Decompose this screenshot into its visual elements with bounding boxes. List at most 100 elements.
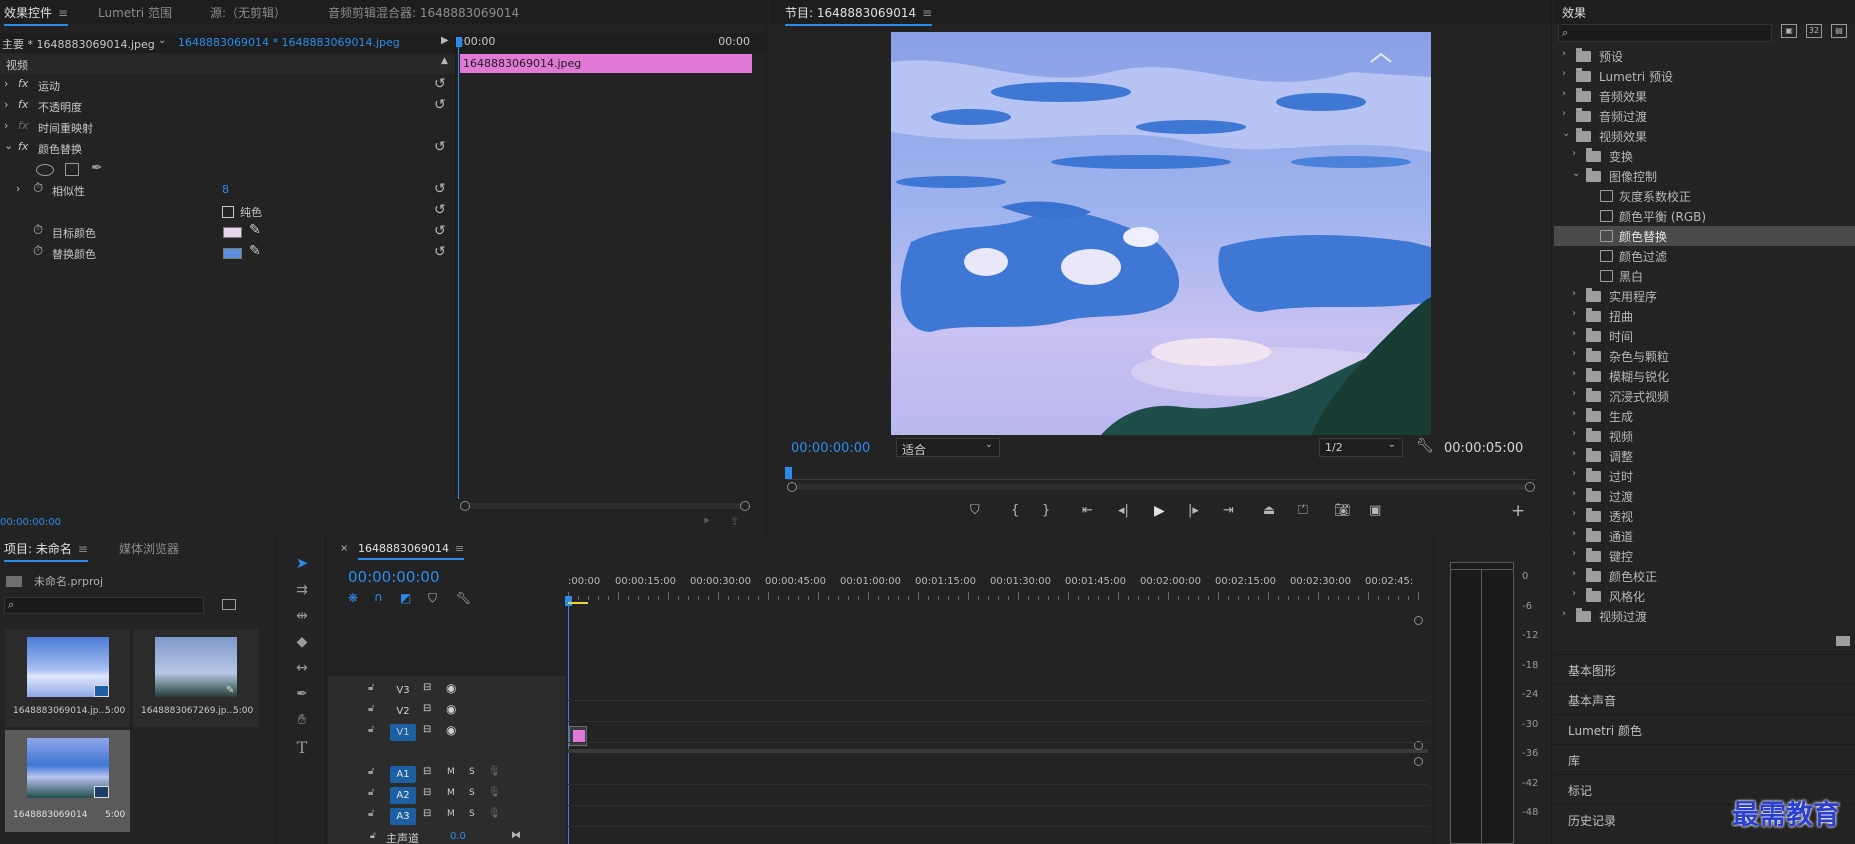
tab-program[interactable]: 节目: 1648883069014 ≡ (785, 4, 933, 26)
panel-menu-icon[interactable]: ≡ (78, 542, 88, 556)
filter-icon[interactable]: ⯈ (702, 515, 711, 529)
chevron-right-icon[interactable]: › (1572, 488, 1576, 499)
clip-dropdown-icon[interactable]: ⌄ (158, 35, 166, 46)
tab-media-browser[interactable]: 媒体浏览器 (119, 540, 179, 557)
microphone-icon[interactable]: 🎙︎ (488, 766, 501, 777)
tab-effects[interactable]: 效果 (1562, 4, 1587, 26)
master-value[interactable]: 0.0 (450, 831, 466, 842)
mute-button[interactable]: M (447, 788, 455, 798)
master-end-icon[interactable]: ⧓ (511, 830, 521, 841)
video-track-lane[interactable] (568, 700, 1428, 701)
chevron-right-icon[interactable]: › (1562, 48, 1566, 59)
effects-tree-item[interactable]: › 视频 (1554, 426, 1855, 446)
project-item-sequence[interactable]: 1648883069014 5:00 (5, 730, 130, 832)
v1-clip[interactable] (569, 726, 587, 746)
eyedropper-icon[interactable]: ✎ (249, 222, 261, 238)
effects-tree-item[interactable]: › 通道 (1554, 526, 1855, 546)
program-zoom-bar[interactable] (787, 482, 1535, 492)
ec-playhead[interactable] (458, 37, 459, 499)
lock-icon[interactable]: 🔓︎ (368, 787, 374, 798)
effects-tree-item[interactable]: › 实用程序 (1554, 286, 1855, 306)
razor-tool-icon[interactable]: ◆ (290, 634, 314, 650)
chevron-right-icon[interactable]: › (1572, 548, 1576, 559)
zoom-handle-right[interactable] (1525, 482, 1535, 492)
effects-tree-item[interactable]: › 音频效果 (1554, 86, 1855, 106)
reset-icon[interactable]: ↺ (434, 97, 446, 113)
effects-tree-item[interactable]: 颜色过滤 (1554, 246, 1855, 266)
timeline-ruler[interactable]: :00:00 00:00:15:00 00:00:30:00 00:00:45:00 0… (568, 576, 1428, 604)
reset-icon[interactable]: ↺ (434, 76, 446, 92)
effects-search-input[interactable]: ⌕ (1558, 24, 1772, 42)
effects-tree-item[interactable]: ⌄ 视频效果 (1554, 126, 1855, 146)
snap-icon[interactable]: ∩ (374, 590, 383, 604)
video-track-lane[interactable] (568, 721, 1428, 722)
tab-lumetri-scopes[interactable]: Lumetri 范围 (98, 4, 172, 21)
mark-out-icon[interactable]: } (1042, 503, 1050, 518)
expand-arrow-icon[interactable]: › (4, 119, 8, 132)
effect-row-time-remap[interactable]: › fx 时间重映射 (0, 117, 455, 137)
timeline-timecode[interactable]: 00:00:00:00 (348, 568, 440, 586)
panel-menu-icon[interactable]: ≡ (922, 6, 932, 20)
lift-icon[interactable]: ⏏ (1263, 503, 1275, 518)
track-target-button[interactable]: V1 (390, 724, 416, 741)
linked-selection-icon[interactable]: ◩ (400, 591, 411, 605)
microphone-icon[interactable]: 🎙︎ (488, 787, 501, 798)
chevron-right-icon[interactable]: › (1572, 408, 1576, 419)
track-target-button[interactable]: A1 (390, 766, 416, 783)
track-target-button[interactable]: A2 (390, 787, 416, 804)
new-folder-icon[interactable] (1836, 636, 1850, 646)
wrench-icon[interactable]: 🔧︎ (1416, 438, 1434, 454)
program-timecode[interactable]: 00:00:00:00 (791, 441, 870, 456)
add-marker-icon[interactable]: ⛉ (970, 503, 980, 518)
project-search-input[interactable]: ⌕ (4, 597, 204, 614)
solo-button[interactable]: S (469, 809, 475, 819)
similarity-value[interactable]: 8 (222, 183, 229, 196)
close-icon[interactable]: × (340, 543, 348, 554)
stopwatch-icon[interactable]: ⏱ (33, 181, 43, 196)
mute-button[interactable]: M (447, 767, 455, 777)
section-libraries[interactable]: 库 (1554, 744, 1855, 772)
effects-tree-item[interactable]: › Lumetri 预设 (1554, 66, 1855, 86)
chevron-right-icon[interactable]: › (1572, 308, 1576, 319)
effects-tree-item[interactable]: › 过时 (1554, 466, 1855, 486)
stopwatch-icon[interactable]: ⏱ (33, 244, 43, 259)
sync-lock-icon[interactable]: ⊟ (423, 787, 431, 798)
sequence-clip-label[interactable]: 1648883069014 * 1648883069014.jpeg (178, 36, 400, 49)
master-clip-label[interactable]: 主要 * 1648883069014.jpeg (2, 36, 155, 52)
chevron-right-icon[interactable]: › (1572, 448, 1576, 459)
pen-tool-icon[interactable]: ✒ (290, 686, 314, 702)
program-playhead[interactable] (785, 467, 792, 479)
audio-track-lane[interactable] (568, 805, 1428, 806)
video-track-lane[interactable] (568, 742, 1428, 743)
chevron-right-icon[interactable]: › (1572, 288, 1576, 299)
effects-tree-item[interactable]: › 时间 (1554, 326, 1855, 346)
yuv-effects-icon[interactable]: ▤ (1831, 24, 1847, 38)
reset-icon[interactable]: ↺ (434, 181, 446, 197)
timeline-playhead[interactable] (568, 596, 569, 844)
tab-effect-controls[interactable]: 效果控件 ≡ (4, 4, 69, 26)
chevron-right-icon[interactable]: › (1562, 88, 1566, 99)
effects-tree-item[interactable]: › 风格化 (1554, 586, 1855, 606)
effects-tree-item[interactable]: › 过渡 (1554, 486, 1855, 506)
stopwatch-icon[interactable]: ⏱ (33, 223, 43, 238)
slip-tool-icon[interactable]: ↔ (290, 660, 314, 676)
audio-track-lane[interactable] (568, 826, 1428, 827)
lock-icon[interactable]: 🔓︎ (368, 703, 374, 714)
hand-tool-icon[interactable]: ✋︎ (290, 712, 314, 728)
timeline-playhead-handle[interactable] (565, 596, 572, 606)
scroll-handle-left[interactable] (460, 501, 470, 511)
expand-arrow-icon[interactable]: › (4, 98, 8, 111)
eye-icon[interactable]: ◉ (446, 702, 456, 716)
eyedropper-icon[interactable]: ✎ (249, 243, 261, 259)
ec-split-divider[interactable] (455, 33, 456, 499)
video-audio-separator[interactable] (568, 749, 1428, 753)
tab-source[interactable]: 源:（无剪辑） (210, 4, 286, 21)
scroll-handle-right[interactable] (740, 501, 750, 511)
accelerated-effects-icon[interactable]: ▣ (1781, 24, 1797, 38)
section-lumetri-color[interactable]: Lumetri 颜色 (1554, 714, 1855, 742)
add-marker-icon[interactable]: ⛉ (428, 591, 437, 606)
effects-tree-item[interactable]: › 预设 (1554, 46, 1855, 66)
effects-tree-item[interactable]: › 杂色与颗粒 (1554, 346, 1855, 366)
effects-tree-item[interactable]: › 透视 (1554, 506, 1855, 526)
expand-arrow-icon[interactable]: ⌄ (4, 139, 13, 152)
